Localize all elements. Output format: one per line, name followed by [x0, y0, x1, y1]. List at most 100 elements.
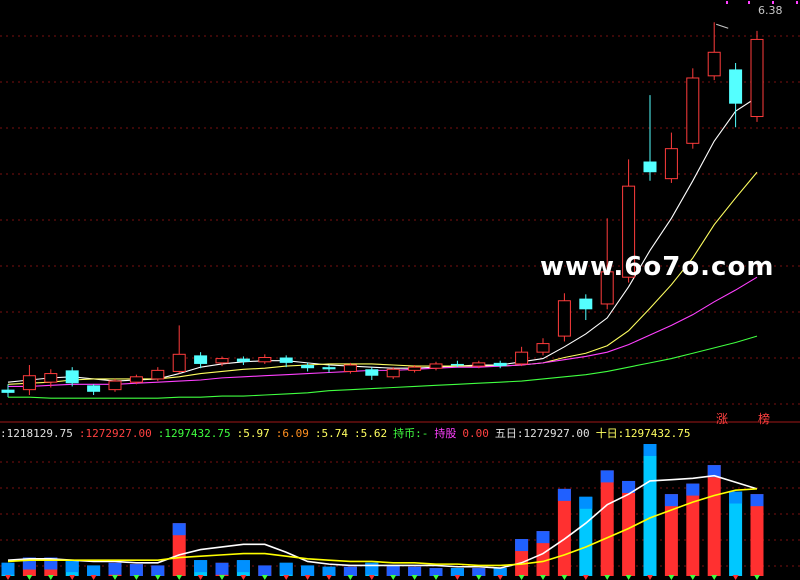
candle-body-20 [429, 363, 443, 369]
status-v2: :1272927.00 [78, 427, 152, 440]
volume-marker-30 [647, 575, 653, 580]
candle-body-30 [643, 161, 657, 173]
volume-marker-23 [497, 575, 504, 580]
high-price-pointer [716, 23, 729, 29]
volume-marker-32 [689, 575, 696, 580]
candle-body-21 [450, 363, 464, 366]
status-v3: :1297432.75 [157, 427, 231, 440]
volume-marker-7 [154, 575, 161, 580]
volume-bar-26 [557, 488, 571, 576]
volume-bar-cap-4 [87, 565, 101, 576]
volume-marker-35 [754, 575, 760, 580]
volume-bar-34 [729, 491, 743, 576]
candle-body-6 [129, 376, 143, 383]
volume-bar-cap-25 [536, 531, 550, 544]
volume-marker-17 [368, 575, 375, 580]
volume-marker-11 [240, 575, 247, 580]
candle-body-23 [493, 362, 507, 367]
status-p2: :6.09 [275, 427, 309, 440]
volume-marker-18 [390, 575, 397, 580]
volume-bar-cap-24 [515, 539, 529, 552]
volume-bar-cap-10 [215, 562, 229, 575]
volume-marker-31 [668, 575, 675, 580]
candle-body-10 [215, 358, 229, 364]
volume-bar-cap-3 [65, 560, 79, 573]
price-ma-line-2 [8, 276, 758, 387]
candle-body-11 [236, 358, 250, 362]
candle-body-19 [408, 366, 422, 371]
volume-bar-cap-21 [450, 568, 464, 576]
candle-body-26 [557, 300, 571, 337]
volume-marker-28 [604, 575, 611, 580]
status-hold-coin: 持币:- [393, 427, 429, 440]
volume-bar-cap-19 [408, 566, 422, 576]
candle-body-4 [87, 385, 101, 392]
candle-body-35 [750, 38, 764, 118]
volume-marker-9 [197, 575, 204, 580]
volume-bar-33 [707, 465, 721, 576]
candle-body-34 [729, 69, 743, 104]
volume-bar-cap-32 [686, 483, 700, 496]
candle-body-27 [579, 298, 593, 310]
volume-bar-cap-18 [386, 565, 400, 576]
volume-bar-cap-9 [194, 560, 208, 573]
candle-body-5 [108, 380, 122, 391]
volume-bar-cap-23 [493, 568, 507, 576]
candle-body-17 [365, 369, 379, 376]
volume-bar-cap-12 [258, 565, 272, 576]
volume-bar-cap-20 [429, 568, 443, 576]
volume-marker-21 [454, 575, 461, 580]
volume-marker-22 [475, 575, 482, 580]
chart-canvas [0, 1, 800, 580]
volume-bar-cap-28 [600, 470, 614, 483]
volume-marker-2 [47, 575, 54, 580]
volume-marker-0 [5, 575, 11, 580]
candle-body-13 [279, 357, 293, 363]
volume-bar-cap-30 [643, 444, 657, 456]
volume-marker-8 [176, 575, 183, 580]
candle-body-1 [22, 375, 36, 391]
volume-marker-14 [304, 575, 311, 580]
volume-bar-cap-0 [1, 562, 15, 575]
volume-bar-cap-35 [750, 494, 764, 507]
candle-body-25 [536, 343, 550, 353]
volume-marker-26 [561, 575, 568, 580]
status-hold-stock: 持股 [434, 427, 457, 440]
status-p3: :5.74 [314, 427, 348, 440]
volume-bar-cap-17 [365, 562, 379, 575]
volume-marker-34 [732, 575, 739, 580]
volume-marker-6 [133, 575, 140, 580]
status-v1: :1218129.75 [0, 427, 73, 440]
volume-marker-19 [411, 575, 418, 580]
candle-body-7 [151, 369, 165, 380]
volume-marker-10 [219, 575, 225, 580]
watermark: www.6o7o.com [540, 252, 775, 282]
status-hold-val: 0.00 [462, 427, 489, 440]
status-five-day: 五日:1272927.00 [494, 427, 590, 440]
status-ten-day: 十日:1297432.75 [595, 427, 691, 440]
volume-bar-cap-14 [301, 565, 315, 576]
volume-marker-33 [711, 575, 718, 580]
candle-body-8 [172, 353, 186, 372]
volume-bar-31 [664, 494, 678, 576]
volume-marker-15 [326, 575, 332, 580]
tag-up: 涨 [716, 412, 729, 426]
volume-marker-4 [90, 575, 97, 580]
volume-marker-16 [347, 575, 354, 580]
tag-board: 榜 [758, 412, 771, 426]
volume-marker-24 [518, 575, 525, 580]
volume-bar-cap-34 [729, 491, 743, 504]
candle-body-12 [258, 357, 272, 363]
volume-marker-12 [261, 575, 268, 580]
volume-bar-cap-16 [343, 566, 357, 576]
volume-bar-cap-15 [322, 566, 336, 576]
volume-bar-32 [686, 483, 700, 576]
corner-dot-1 [748, 1, 750, 4]
volume-bar-cap-6 [129, 564, 143, 576]
volume-marker-29 [625, 575, 632, 580]
candle-body-18 [386, 368, 400, 378]
candle-body-9 [194, 355, 208, 364]
candlestick-chart: 6.38 www.6o7o.com 涨 榜 :1218129.75:127292… [0, 0, 800, 580]
volume-bar-cap-22 [472, 568, 486, 576]
status-p1: :5.97 [236, 427, 270, 440]
